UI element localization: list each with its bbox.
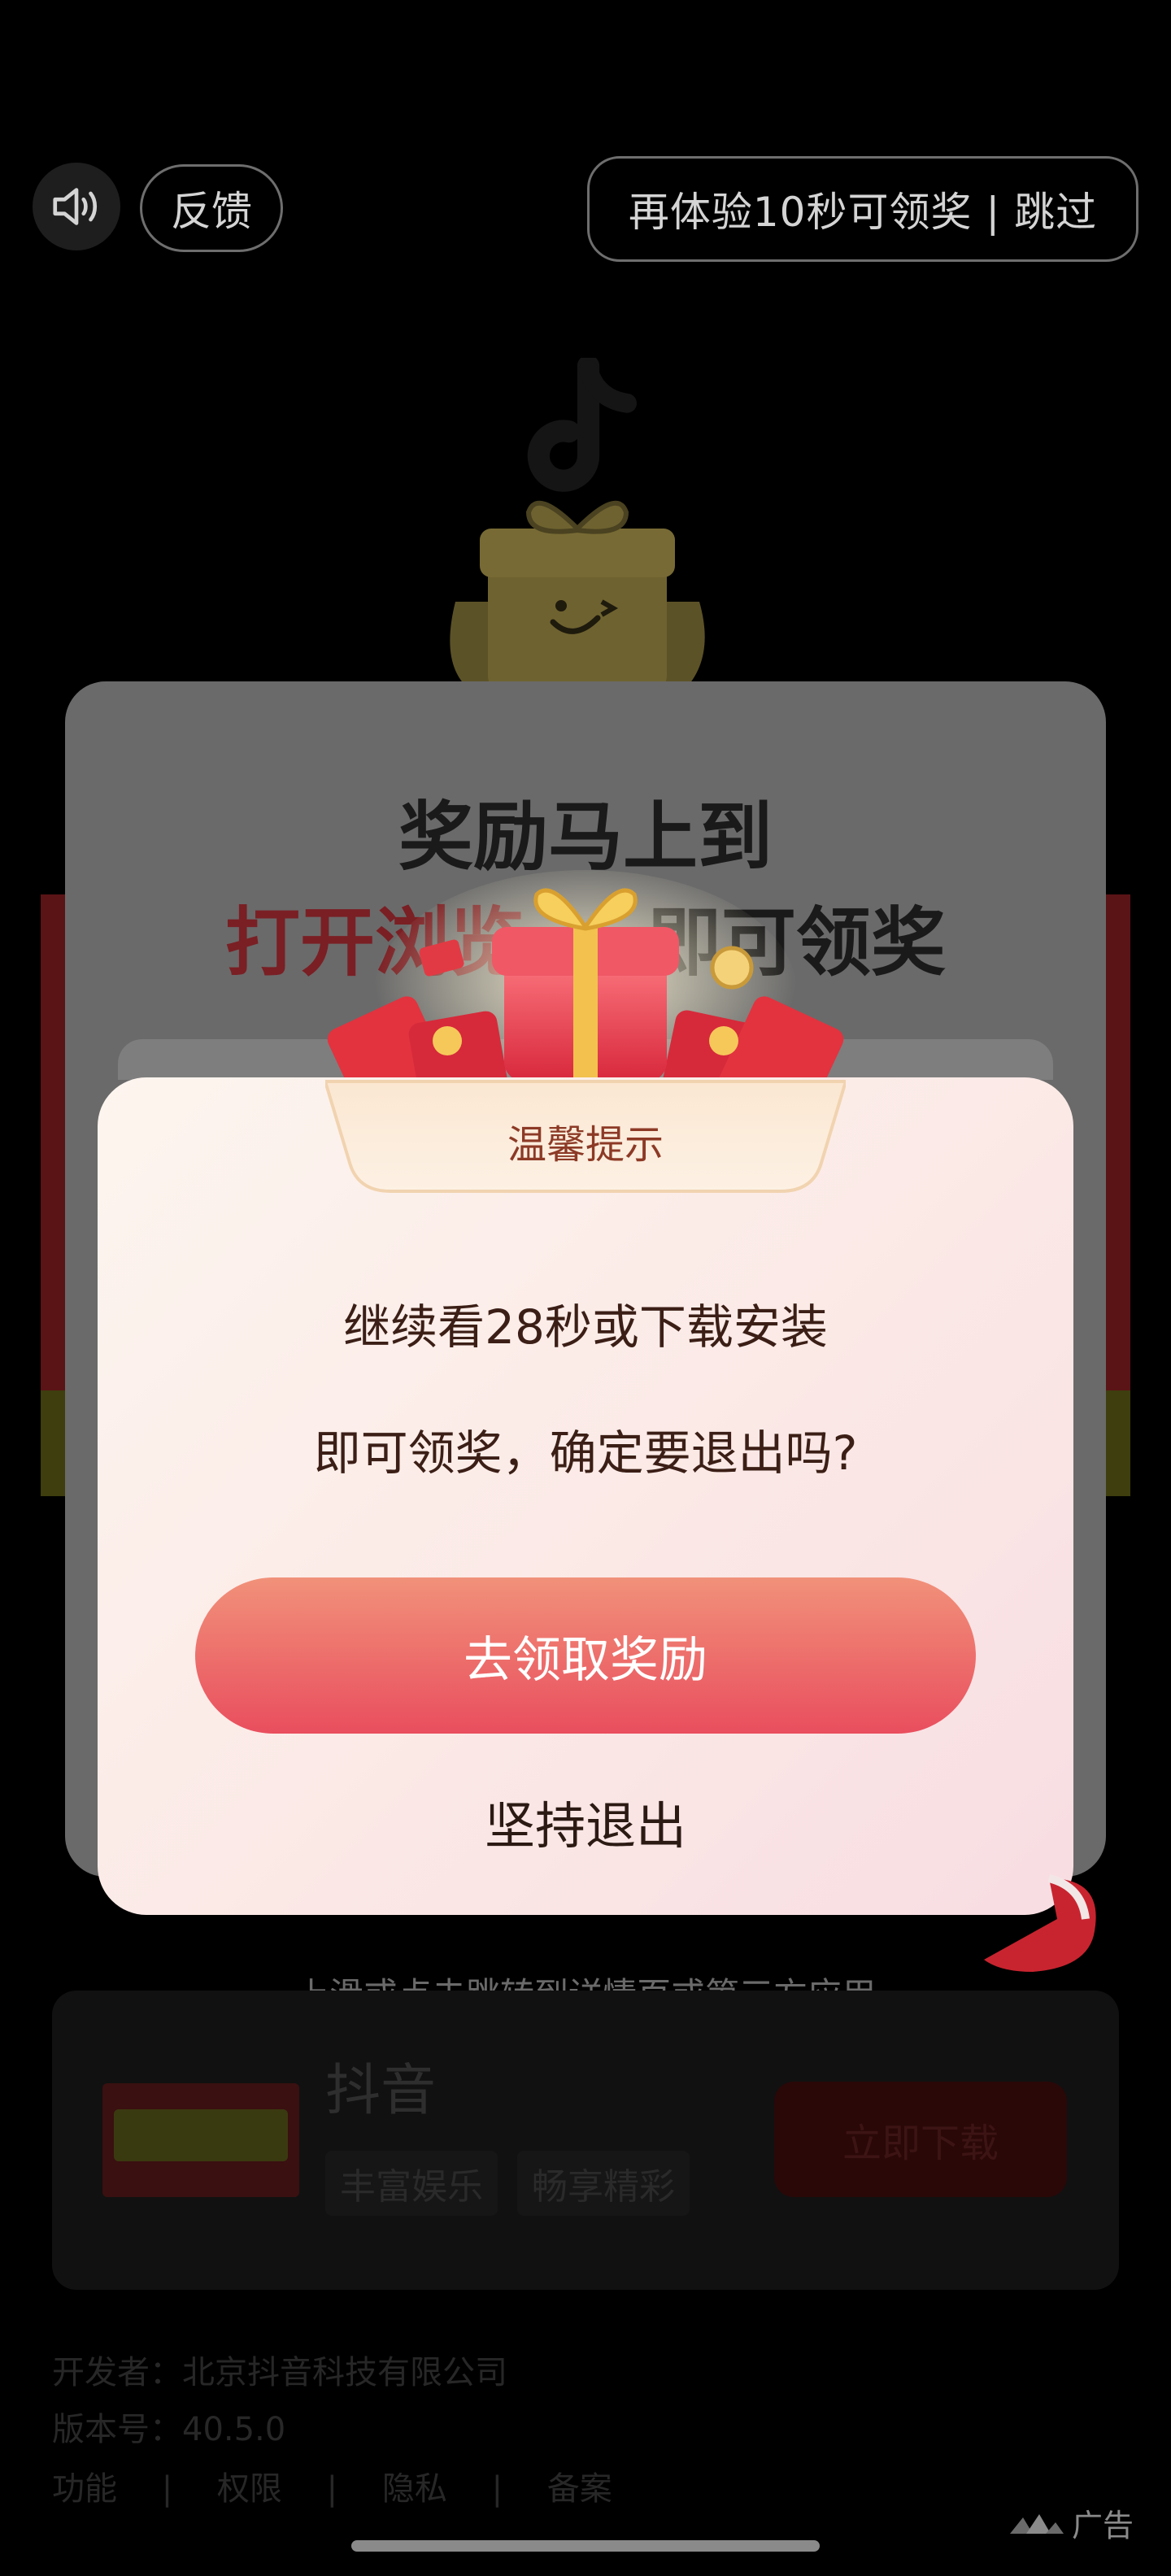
speaker-icon (53, 188, 98, 225)
app-tag: 丰富娱乐 (325, 2151, 498, 2216)
skip-button[interactable]: 再体验10秒可领奖 | 跳过 (587, 156, 1138, 262)
link-privacy[interactable]: 隐私 (382, 2470, 447, 2508)
link-permissions[interactable]: 权限 (217, 2470, 282, 2508)
link-features[interactable]: 功能 (52, 2470, 117, 2508)
app-tag: 畅享精彩 (517, 2151, 690, 2216)
feedback-button[interactable]: 反馈 (140, 164, 283, 252)
claim-reward-button[interactable]: 去领取奖励 (195, 1577, 976, 1734)
download-button[interactable]: 立即下载 (774, 2082, 1067, 2197)
footer-links: 功能 | 权限 | 隐私 | 备案 (52, 2462, 646, 2509)
ad-label: 广告 (1008, 2500, 1134, 2545)
reward-card-title: 奖励马上到 (398, 794, 773, 881)
ad-logo-icon (1010, 2513, 1064, 2534)
insist-exit-button[interactable]: 坚持退出 (423, 1785, 748, 1858)
sound-toggle-button[interactable] (33, 163, 120, 250)
link-filing[interactable]: 备案 (547, 2470, 612, 2508)
link-separator: | (161, 2470, 173, 2508)
dialog-message-line1: 继续看28秒或下载安装 (343, 1299, 828, 1355)
developer-info: 开发者：北京抖音科技有限公司 (52, 2354, 507, 2391)
link-separator: | (326, 2470, 338, 2508)
app-name: 抖音 (325, 2059, 437, 2123)
red-envelope-decoration-icon (984, 1874, 1096, 1972)
dialog-title: 温馨提示 (507, 1122, 664, 1168)
ad-text: 广告 (1072, 2508, 1134, 2543)
app-icon (102, 2083, 299, 2197)
version-info: 版本号：40.5.0 (52, 2411, 286, 2448)
link-separator: | (491, 2470, 503, 2508)
dialog-message-line2: 即可领奖，确定要退出吗? (313, 1425, 858, 1481)
home-indicator[interactable] (351, 2540, 820, 2552)
